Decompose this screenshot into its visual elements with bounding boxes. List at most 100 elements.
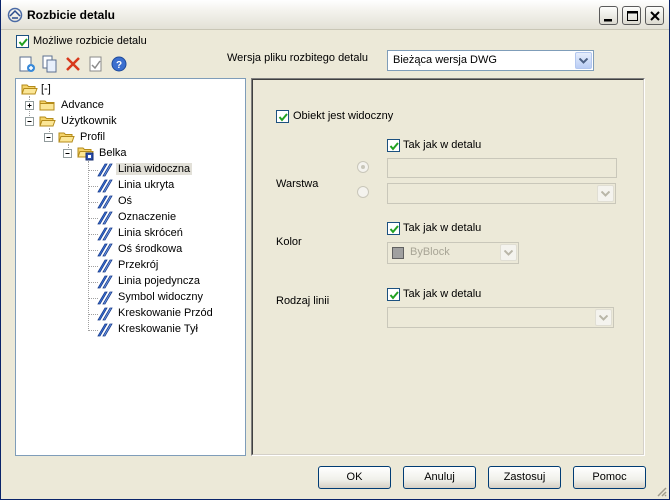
check-icon [389,225,399,234]
check-icon [18,38,28,47]
color-select[interactable]: ByBlock [387,242,519,264]
maximize-icon [627,11,638,21]
color-swatch [392,247,404,259]
linetype-select[interactable] [387,307,614,328]
tree-node-label: Linia skróceń [118,227,183,239]
toolbar: ? [15,51,135,77]
folder-open-icon [39,116,56,127]
properties-panel-frame [252,79,644,455]
dropdown-arrow-button[interactable] [575,52,592,69]
file-version-select[interactable]: Bieżąca wersja DWG [387,50,594,71]
tree-node-label: Kreskowanie Tył [118,323,198,335]
line-style-icon [97,291,113,305]
minus-icon [65,153,70,154]
new-icon [19,56,35,72]
line-style-icon [97,211,113,225]
copy-button[interactable] [40,54,60,74]
dropdown-arrow-button[interactable] [595,309,612,326]
layer-label: Warstwa [276,178,319,190]
file-version-value: Bieżąca wersja DWG [393,54,497,66]
line-style-icon [97,227,113,241]
line-style-icon [97,195,113,209]
tree-node-label: Linia ukryta [118,179,175,191]
close-icon [650,11,660,21]
color-as-in-detail-label: Tak jak w detalu [403,222,482,234]
tree-collapse-toggle[interactable] [25,117,34,126]
properties-panel [251,78,645,456]
check-icon [278,113,288,122]
line-style-icon [97,163,113,177]
dropdown-arrow-button[interactable] [597,185,614,202]
delete-icon [66,57,80,71]
ok-button[interactable]: OK [318,466,391,489]
folder-open-icon [21,84,38,95]
linetype-as-in-detail-label: Tak jak w detalu [403,288,482,300]
visible-checkbox[interactable] [276,110,289,123]
tree-node-label: Oznaczenie [118,211,177,223]
resize-grip-icon[interactable] [655,485,667,497]
plus-icon [27,103,32,108]
layer-as-in-detail-label: Tak jak w detalu [403,139,482,151]
folder-open-icon [58,132,75,143]
layer-text-input[interactable] [387,158,617,178]
chevron-down-icon [579,58,588,64]
tree-node-label: Kreskowanie Przód [118,307,213,319]
delete-button[interactable] [63,54,83,74]
possible-breakup-label: Możliwe rozbicie detalu [33,35,147,47]
detail-tree[interactable]: [-] Advance Użytkownik Profil Belka Lini… [15,78,246,456]
color-value: ByBlock [410,246,450,258]
layer-radio-list[interactable] [357,186,369,198]
dropdown-arrow-button[interactable] [500,244,517,261]
apply-button[interactable]: Zastosuj [488,466,561,489]
line-style-icon [97,307,113,321]
linetype-as-in-detail-checkbox[interactable] [387,288,400,301]
radio-dot [361,165,365,169]
title-bar[interactable]: Rozbicie detalu [1,0,669,30]
help-button[interactable]: Pomoc [573,466,646,489]
tree-node-label: Przekrój [118,259,159,271]
copy-icon [42,55,57,73]
detail-app-icon [7,7,23,23]
check-icon [389,291,399,300]
minus-icon [27,121,32,122]
tree-node-label: Oś [118,195,133,207]
chevron-down-icon [504,250,513,256]
line-style-icon [97,323,113,337]
tree-node-label: Symbol widoczny [118,291,203,303]
visible-label: Obiekt jest widoczny [293,110,394,122]
close-button[interactable] [645,6,664,25]
line-style-icon [97,179,113,193]
tree-node-label: Oś środkowa [118,243,183,255]
minus-icon [46,137,51,138]
layer-select[interactable] [387,183,616,204]
layer-as-in-detail-checkbox[interactable] [387,139,400,152]
check-icon [389,142,399,151]
minimize-button[interactable] [599,6,618,25]
color-as-in-detail-checkbox[interactable] [387,222,400,235]
folder-icon [39,100,55,111]
possible-breakup-checkbox[interactable] [16,35,29,48]
color-label: Kolor [276,236,302,248]
line-style-icon [97,243,113,257]
cancel-button[interactable]: Anuluj [403,466,476,489]
help-icon: ? [111,56,127,72]
dialog-window: Rozbicie detalu Możliwe rozbicie detalu … [0,0,670,500]
chevron-down-icon [599,315,608,321]
tree-collapse-toggle[interactable] [63,149,72,158]
file-version-label: Wersja pliku rozbitego detalu [227,52,369,64]
line-style-icon [97,275,113,289]
chevron-down-icon [601,191,610,197]
properties-icon [89,56,102,72]
window-title: Rozbicie detalu [27,8,116,22]
new-button[interactable] [17,54,37,74]
tree-collapse-toggle[interactable] [44,133,53,142]
layer-radio-text[interactable] [357,161,369,173]
maximize-button[interactable] [622,6,641,25]
help-tool-button[interactable]: ? [109,54,129,74]
line-style-icon [97,259,113,273]
minimize-icon [604,19,612,22]
tree-node-label: Linia widoczna [116,163,193,175]
properties-button[interactable] [86,54,106,74]
tree-expand-toggle[interactable] [25,101,34,110]
beam-folder-icon [77,147,94,161]
